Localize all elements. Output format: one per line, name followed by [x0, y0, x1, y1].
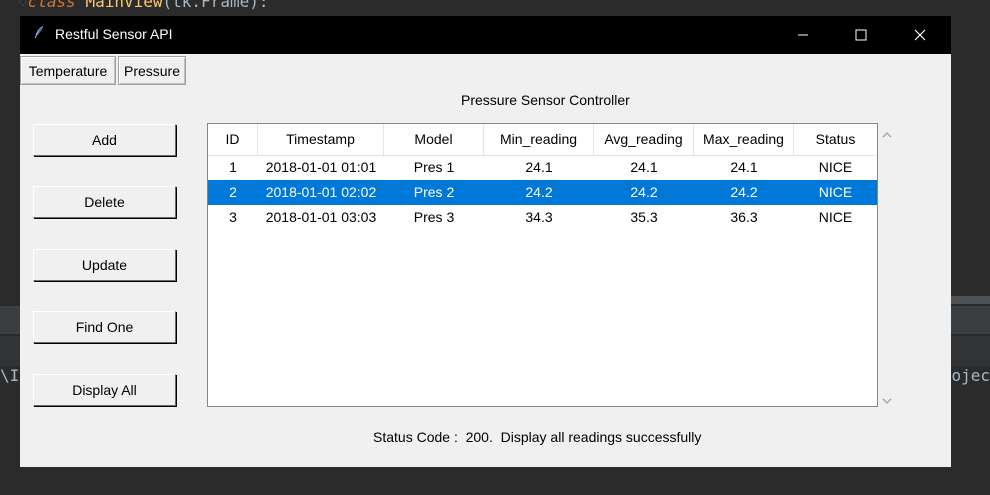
- cell-model: Pres 1: [413, 159, 455, 175]
- column-header-max-reading[interactable]: Max_reading: [694, 124, 794, 155]
- title-bar[interactable]: Restful Sensor API: [20, 16, 951, 54]
- close-icon: [914, 29, 926, 41]
- ide-right-fragment: ojec: [951, 366, 990, 385]
- cell-id: 2: [229, 184, 237, 200]
- window-title: Restful Sensor API: [55, 26, 173, 42]
- readings-table[interactable]: ID Timestamp Model Min_reading Avg_readi…: [207, 123, 878, 407]
- table-row-selected[interactable]: 2 2018-01-01 02:02 Pres 2 24.2 24.2 24.2…: [208, 180, 877, 205]
- table-header: ID Timestamp Model Min_reading Avg_readi…: [208, 124, 877, 156]
- cell-min-reading: 34.3: [525, 209, 553, 225]
- app-window: Restful Sensor API Temperature Pressure …: [20, 16, 951, 467]
- column-header-timestamp[interactable]: Timestamp: [258, 124, 384, 155]
- display-all-button[interactable]: Display All: [33, 374, 176, 406]
- cell-status: NICE: [818, 159, 853, 175]
- cell-avg-reading: 24.1: [630, 159, 658, 175]
- update-button[interactable]: Update: [33, 249, 176, 281]
- close-button[interactable]: [897, 16, 943, 54]
- cell-max-reading: 24.1: [730, 159, 758, 175]
- scroll-down-icon[interactable]: [880, 394, 894, 408]
- cell-avg-reading: 24.2: [630, 184, 658, 200]
- minimize-button[interactable]: [780, 16, 826, 54]
- find-one-button[interactable]: Find One: [33, 311, 176, 343]
- cell-model: Pres 2: [413, 184, 455, 200]
- maximize-button[interactable]: [838, 16, 884, 54]
- cell-timestamp: 2018-01-01 03:03: [265, 209, 377, 225]
- column-header-model[interactable]: Model: [384, 124, 484, 155]
- table-row[interactable]: 3 2018-01-01 03:03 Pres 3 34.3 35.3 36.3…: [208, 205, 877, 230]
- delete-button[interactable]: Delete: [33, 186, 176, 218]
- tab-temperature[interactable]: Temperature: [20, 56, 116, 85]
- ide-code-rest: (tk.Frame):: [162, 0, 269, 11]
- cell-id: 3: [229, 209, 237, 225]
- tab-pressure[interactable]: Pressure: [118, 56, 186, 85]
- ide-class-name: MainView: [85, 0, 163, 11]
- ide-keyword: class: [27, 0, 76, 11]
- cell-status: NICE: [818, 209, 853, 225]
- cell-max-reading: 36.3: [730, 209, 758, 225]
- cell-timestamp: 2018-01-01 02:02: [265, 184, 377, 200]
- column-header-min-reading[interactable]: Min_reading: [484, 124, 594, 155]
- column-header-id[interactable]: ID: [208, 124, 258, 155]
- cell-model: Pres 3: [413, 209, 455, 225]
- add-button[interactable]: Add: [33, 124, 176, 156]
- status-bar: Status Code : 200. Display all readings …: [373, 429, 701, 445]
- cell-max-reading: 24.2: [730, 184, 758, 200]
- status-message: Display all readings successfully: [500, 429, 702, 445]
- ide-left-fragment: \I: [0, 366, 20, 385]
- column-header-status[interactable]: Status: [794, 124, 877, 155]
- table-row[interactable]: 1 2018-01-01 01:01 Pres 1 24.1 24.1 24.1…: [208, 155, 877, 180]
- scroll-up-icon[interactable]: [880, 128, 894, 142]
- feather-icon: [35, 25, 44, 38]
- status-label: Status Code :: [373, 429, 458, 445]
- maximize-icon: [855, 29, 867, 41]
- minimize-icon: [798, 34, 808, 36]
- status-code: 200.: [465, 429, 493, 445]
- cell-id: 1: [229, 159, 237, 175]
- page-title: Pressure Sensor Controller: [461, 92, 630, 108]
- cell-timestamp: 2018-01-01 01:01: [265, 159, 377, 175]
- ide-code-line: ♢class MainView(tk.Frame):: [18, 0, 268, 11]
- column-header-avg-reading[interactable]: Avg_reading: [594, 124, 694, 155]
- cell-avg-reading: 35.3: [630, 209, 658, 225]
- ide-scrollbar: [950, 296, 990, 304]
- cell-status: NICE: [818, 184, 853, 200]
- cell-min-reading: 24.2: [525, 184, 553, 200]
- cell-min-reading: 24.1: [525, 159, 553, 175]
